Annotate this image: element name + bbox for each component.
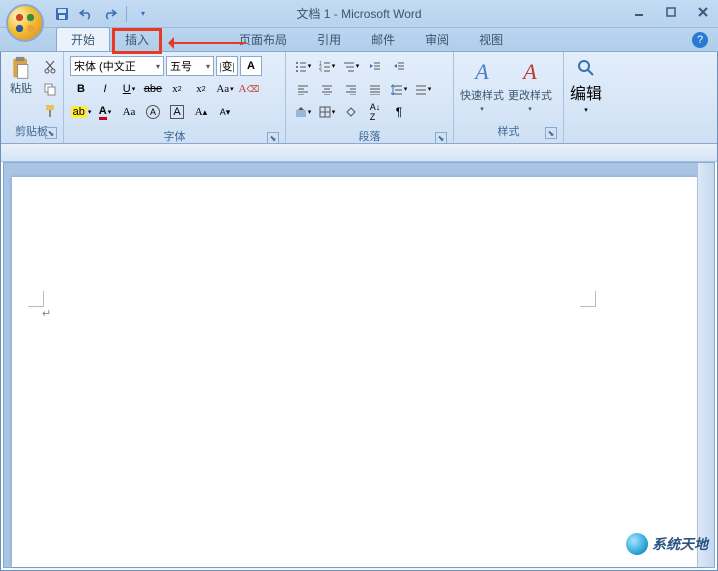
help-button[interactable]: ?: [692, 32, 708, 48]
numbering-button[interactable]: 123: [316, 56, 338, 76]
bold-button[interactable]: B: [70, 79, 92, 99]
quick-styles-button[interactable]: A 快速样式 ▾: [458, 54, 506, 118]
highlight-button[interactable]: ab: [70, 102, 92, 122]
group-styles: A 快速样式 ▾ A 更改样式 ▾ 样式 ⬊: [454, 52, 564, 143]
minimize-button[interactable]: [630, 4, 648, 20]
character-border-button[interactable]: A: [166, 102, 188, 122]
font-size-value: 五号: [170, 58, 192, 74]
format-painter-button[interactable]: [40, 102, 60, 120]
font-color-button[interactable]: A: [94, 102, 116, 122]
change-case-button[interactable]: Aa: [214, 79, 236, 99]
qat-customize-button[interactable]: ▾: [133, 4, 153, 24]
tab-home[interactable]: 开始: [56, 27, 110, 51]
document-area: ↵: [3, 162, 715, 568]
clipboard-launcher[interactable]: ⬊: [45, 127, 57, 139]
tab-page-layout-visible[interactable]: 页面布局: [224, 27, 302, 51]
paste-button[interactable]: 粘贴: [6, 56, 36, 96]
change-styles-label: 更改样式: [508, 87, 552, 103]
superscript-button[interactable]: x2: [190, 79, 212, 99]
svg-text:3: 3: [319, 69, 322, 72]
character-scaling-button[interactable]: Aa: [118, 102, 140, 122]
decrease-indent-button[interactable]: [364, 56, 386, 76]
qat-divider: [126, 6, 127, 22]
align-right-button[interactable]: [340, 79, 362, 99]
justify-button[interactable]: [364, 79, 386, 99]
paste-label: 粘贴: [10, 80, 32, 96]
find-button[interactable]: 编辑 ▾: [568, 54, 604, 118]
quick-access-toolbar: ▾: [52, 4, 153, 24]
tab-references[interactable]: 引用: [302, 27, 356, 51]
line-spacing-button[interactable]: [388, 79, 410, 99]
title-bar: ▾ 文档 1 - Microsoft Word: [0, 0, 718, 28]
sort-button[interactable]: A↓Z: [364, 102, 386, 122]
font-size-combo[interactable]: 五号▾: [166, 56, 214, 76]
annotation-arrow: [172, 42, 246, 44]
group-paragraph: 123 A↓Z ¶ 段落 ⬊: [286, 52, 454, 143]
styles-launcher[interactable]: ⬊: [545, 127, 557, 139]
undo-button[interactable]: [76, 4, 96, 24]
tab-insert[interactable]: 插入: [110, 27, 164, 51]
font-label: 字体: [164, 131, 186, 143]
redo-button[interactable]: [100, 4, 120, 24]
group-font: 宋体 (中文正▾ 五号▾ |变| A B I U abe x2 x2 Aa A⌫…: [64, 52, 286, 143]
font-launcher[interactable]: ⬊: [267, 132, 279, 144]
align-center-button[interactable]: [316, 79, 338, 99]
office-button[interactable]: [6, 4, 44, 42]
tab-review[interactable]: 审阅: [410, 27, 464, 51]
grow-font-small-button[interactable]: A▴: [190, 102, 212, 122]
italic-button[interactable]: I: [94, 79, 116, 99]
globe-icon: [626, 533, 648, 555]
enclose-characters-button[interactable]: A: [142, 102, 164, 122]
borders-button[interactable]: [316, 102, 338, 122]
editing-label: 编辑: [570, 80, 602, 104]
grow-font-button[interactable]: A: [240, 56, 262, 76]
clear-formatting-button[interactable]: A⌫: [238, 79, 260, 99]
watermark: 系统天地: [626, 533, 708, 555]
watermark-text: 系统天地: [652, 534, 708, 554]
change-styles-button[interactable]: A 更改样式 ▾: [506, 54, 554, 118]
margin-marker-top-left: [28, 291, 44, 307]
bullets-button[interactable]: [292, 56, 314, 76]
ribbon: 粘贴 剪贴板⬊ 宋体 (中文正▾ 五号▾ |变| A B I U a: [0, 52, 718, 144]
styles-label: 样式: [498, 126, 520, 138]
align-left-button[interactable]: [292, 79, 314, 99]
strikethrough-button[interactable]: abe: [142, 79, 164, 99]
clipboard-label: 剪贴板: [15, 126, 48, 138]
ribbon-tabs: 开始 插入 页面布局 页面布局 引用 邮件 审阅 视图 ?: [0, 28, 718, 52]
distributed-button[interactable]: [412, 79, 434, 99]
vertical-scrollbar[interactable]: [697, 163, 714, 567]
paragraph-mark-icon: ↵: [42, 307, 51, 320]
close-button[interactable]: [694, 4, 712, 20]
copy-button[interactable]: [40, 80, 60, 98]
cut-button[interactable]: [40, 58, 60, 76]
horizontal-ruler[interactable]: [0, 144, 718, 162]
tab-mailings[interactable]: 邮件: [356, 27, 410, 51]
window-title: 文档 1 - Microsoft Word: [296, 5, 421, 22]
group-editing: 编辑 ▾: [564, 52, 608, 143]
paragraph-launcher[interactable]: ⬊: [435, 132, 447, 144]
group-clipboard: 粘贴 剪贴板⬊: [0, 52, 64, 143]
subscript-button[interactable]: x2: [166, 79, 188, 99]
shading-button[interactable]: [292, 102, 314, 122]
document-page[interactable]: ↵: [12, 177, 704, 567]
show-paragraph-marks-button[interactable]: ¶: [388, 102, 410, 122]
font-family-combo[interactable]: 宋体 (中文正▾: [70, 56, 164, 76]
phonetic-guide-button[interactable]: |变|: [216, 56, 238, 76]
save-button[interactable]: [52, 4, 72, 24]
asian-layout-button[interactable]: [340, 102, 362, 122]
underline-button[interactable]: U: [118, 79, 140, 99]
margin-marker-top-right: [580, 291, 596, 307]
paragraph-label: 段落: [359, 131, 381, 143]
maximize-button[interactable]: [662, 4, 680, 20]
font-family-value: 宋体 (中文正: [74, 58, 136, 74]
quick-styles-label: 快速样式: [460, 87, 504, 103]
increase-indent-button[interactable]: [388, 56, 410, 76]
shrink-font-button[interactable]: A▾: [214, 102, 236, 122]
tab-view[interactable]: 视图: [464, 27, 518, 51]
multilevel-list-button[interactable]: [340, 56, 362, 76]
